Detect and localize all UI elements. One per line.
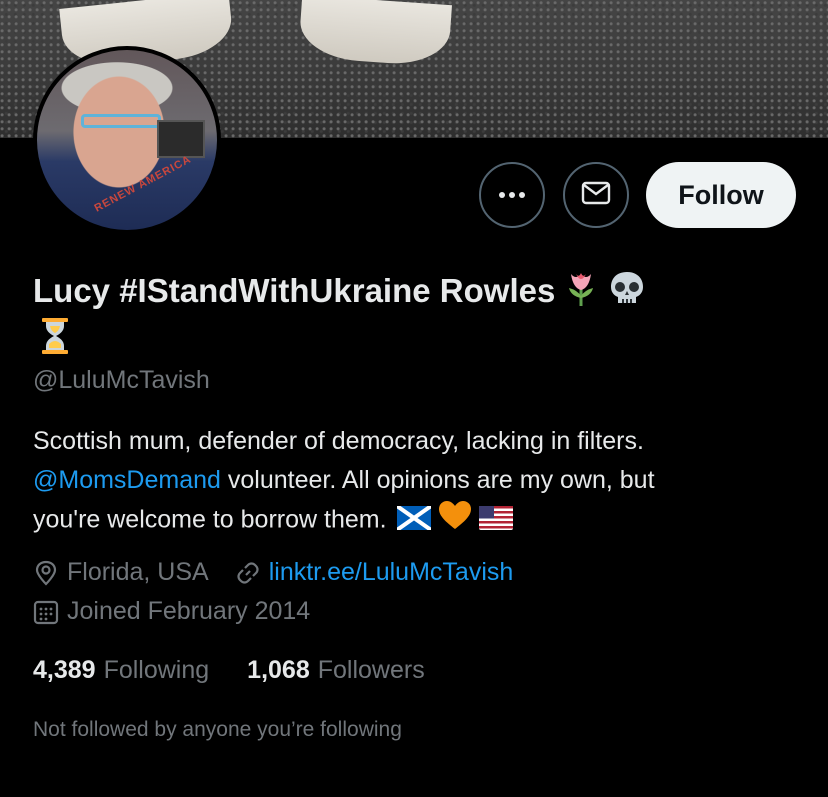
followers-count: 1,068 xyxy=(247,656,310,684)
hourglass-emoji-icon xyxy=(40,316,70,361)
skull-emoji-icon xyxy=(607,268,647,319)
location-pin-icon xyxy=(33,560,59,586)
followers-label: Followers xyxy=(317,656,425,684)
calendar-icon xyxy=(33,599,59,625)
bio-emojis xyxy=(396,500,514,542)
avatar-shirt-text: RENEW AMERICA xyxy=(92,153,194,215)
us-flag-icon xyxy=(479,506,514,530)
tulip-emoji-icon xyxy=(561,268,601,319)
more-horizontal-icon xyxy=(497,186,527,204)
profile-display-name: Lucy #IStandWithUkraine Rowles xyxy=(33,268,793,319)
more-button[interactable] xyxy=(479,162,545,228)
location-text: Florida, USA xyxy=(67,558,209,586)
following-count-link[interactable]: 4,389 Following xyxy=(33,656,209,685)
profile-handle: @LuluMcTavish xyxy=(33,366,210,394)
bio-line-2: @MomsDemand volunteer. All opinions are … xyxy=(33,461,803,500)
banner-shoe-right xyxy=(298,0,452,68)
mutual-followers-note: Not followed by anyone you’re following xyxy=(33,718,402,741)
link-icon xyxy=(235,560,261,586)
following-label: Following xyxy=(103,656,210,684)
bio-line-3-text: you're welcome to borrow them. xyxy=(33,505,387,534)
follow-button[interactable]: Follow xyxy=(646,162,796,228)
bio-line-1: Scottish mum, defender of democracy, lac… xyxy=(33,427,644,455)
profile-meta-location-row: Florida, USA linktr.ee/LuluMcTavish xyxy=(33,558,513,587)
display-name-text: Lucy #IStandWithUkraine Rowles xyxy=(33,272,556,310)
website-link[interactable]: linktr.ee/LuluMcTavish xyxy=(269,558,514,587)
followers-count-link[interactable]: 1,068 Followers xyxy=(247,656,425,685)
profile-counts: 4,389 Following 1,068 Followers xyxy=(33,656,463,685)
message-button[interactable] xyxy=(563,162,629,228)
joined-text: Joined February 2014 xyxy=(67,597,311,625)
bio-line-3: you're welcome to borrow them. xyxy=(33,500,803,542)
following-count: 4,389 xyxy=(33,656,96,684)
profile-meta-joined-row: Joined February 2014 xyxy=(33,597,310,626)
scotland-flag-icon xyxy=(396,504,433,532)
profile-bio: Scottish mum, defender of democracy, lac… xyxy=(33,422,803,542)
mention-link[interactable]: @MomsDemand xyxy=(33,466,221,494)
bio-line-2-text: volunteer. All opinions are my own, but xyxy=(220,466,655,494)
envelope-icon xyxy=(581,181,611,210)
orange-heart-icon xyxy=(439,501,472,529)
avatar-laptop xyxy=(157,120,205,158)
profile-avatar[interactable]: RENEW AMERICA xyxy=(33,46,221,234)
avatar-glasses xyxy=(81,114,161,128)
